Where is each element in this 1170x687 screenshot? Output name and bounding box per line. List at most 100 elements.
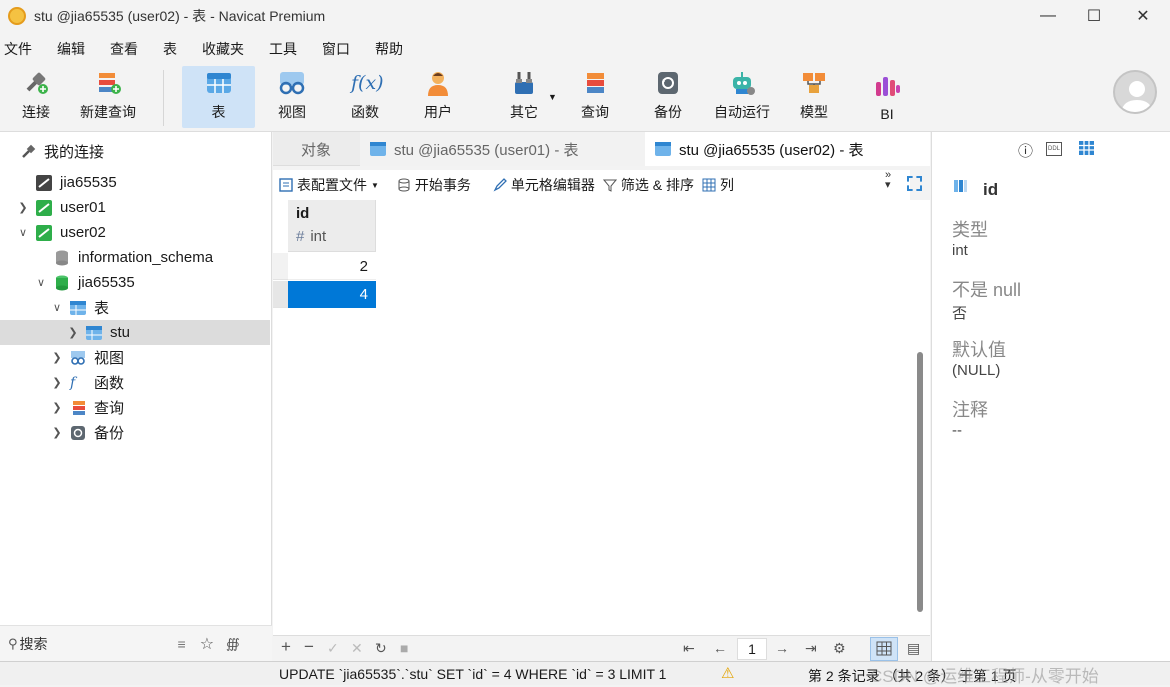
stop-icon[interactable]: ■ <box>400 640 408 656</box>
menu-tools[interactable]: 工具 <box>269 39 297 59</box>
menu-edit[interactable]: 编辑 <box>57 39 85 59</box>
filter-lines-icon[interactable]: ≡ <box>178 636 186 652</box>
menu-table[interactable]: 表 <box>163 39 177 59</box>
comment-value: -- <box>952 422 962 439</box>
chevron-right-icon[interactable]: ❯ <box>50 351 64 364</box>
tree-item-queries[interactable]: ❯ 查询 <box>0 395 270 420</box>
scrollbar-thumb[interactable] <box>917 352 923 612</box>
filter-icon <box>602 178 617 192</box>
filter-sort-button[interactable]: 筛选 & 排序 <box>602 175 694 195</box>
chevron-down-icon[interactable]: ∨ <box>50 301 64 314</box>
table-config-button[interactable]: 表配置文件 ▼ <box>279 175 379 195</box>
chevron-down-icon[interactable]: ∨ <box>16 226 30 239</box>
bi-button[interactable]: BI <box>857 66 917 128</box>
menu-help[interactable]: 帮助 <box>375 39 403 59</box>
ddl-icon[interactable]: DDL <box>1046 142 1062 156</box>
maximize-button[interactable]: ☐ <box>1071 0 1117 32</box>
row-header[interactable] <box>273 253 288 280</box>
column-header-id[interactable]: id # int <box>288 200 376 252</box>
tree-item-label: jia65535 <box>60 174 117 191</box>
menu-favorites[interactable]: 收藏夹 <box>202 39 244 59</box>
table-cell[interactable]: 2 <box>288 253 376 280</box>
table-icon <box>205 70 233 96</box>
discard-x-icon[interactable]: ✕ <box>351 640 363 657</box>
tree-item-user01[interactable]: ❯ user01 <box>0 195 270 220</box>
minimize-button[interactable]: — <box>1025 0 1071 32</box>
star-icon[interactable]: ☆ <box>200 634 214 654</box>
chevron-right-icon[interactable]: ❯ <box>16 201 30 214</box>
last-page-icon[interactable]: ⇥ <box>805 640 817 657</box>
columns-button[interactable]: 列 <box>702 175 734 195</box>
connect-button[interactable]: 连接 <box>8 66 64 128</box>
tab-objects[interactable]: 对象 <box>273 132 359 166</box>
more-chevron-icon[interactable]: » ▾ <box>885 170 891 191</box>
settings-gear-icon[interactable]: ⚙ <box>833 640 846 657</box>
table-icon <box>70 300 86 316</box>
tab-user02-stu[interactable]: stu @jia65535 (user02) - 表 <box>645 132 930 166</box>
first-page-icon[interactable]: ⇤ <box>683 640 695 657</box>
new-query-button[interactable]: 新建查询 <box>70 66 146 128</box>
user-button[interactable]: 用户 <box>408 66 468 128</box>
search-input[interactable]: 搜索 <box>20 634 170 654</box>
refresh-icon[interactable]: ↻ <box>375 640 387 657</box>
grid-scrollbar[interactable] <box>910 200 930 635</box>
chevron-right-icon[interactable]: ❯ <box>66 326 80 339</box>
tab-user01-stu[interactable]: stu @jia65535 (user01) - 表 <box>360 132 645 166</box>
tree-item-database[interactable]: ∨ jia65535 <box>0 270 270 295</box>
page-number-input[interactable]: 1 <box>737 638 767 660</box>
dropdown-caret-icon[interactable]: ▼ <box>548 92 557 102</box>
function-button[interactable]: f(x) 函数 <box>335 66 395 128</box>
table-cell-selected[interactable]: 4 <box>288 281 376 308</box>
tree-item-tables[interactable]: ∨ 表 <box>0 295 270 320</box>
view-button[interactable]: 视图 <box>262 66 322 128</box>
tree-item-backups[interactable]: ❯ 备份 <box>0 420 270 445</box>
expand-icon[interactable] <box>907 176 922 191</box>
menu-file[interactable]: 文件 <box>4 39 32 59</box>
tree-item-label: 查询 <box>94 400 125 417</box>
delete-row-icon[interactable]: − <box>304 637 314 657</box>
chevron-right-icon[interactable]: ❯ <box>50 426 64 439</box>
menu-view[interactable]: 查看 <box>110 39 138 59</box>
inspector-panel: ⓘ DDL id 类型 int 不是 null 否 默认值 (NULL) 注释 … <box>931 132 1170 661</box>
function-label: 函数 <box>351 104 379 120</box>
collapse-icon[interactable]: ∰ <box>226 636 240 652</box>
avatar[interactable] <box>1113 70 1157 114</box>
chevron-right-icon[interactable]: ❯ <box>50 376 64 389</box>
backup-icon <box>70 425 86 441</box>
model-button[interactable]: 模型 <box>784 66 844 128</box>
field-grid-icon[interactable] <box>1078 140 1095 156</box>
close-button[interactable]: ✕ <box>1120 0 1166 32</box>
menu-window[interactable]: 窗口 <box>322 39 350 59</box>
cell-editor-button[interactable]: 单元格编辑器 <box>493 175 595 195</box>
type-value: int <box>952 242 968 259</box>
add-row-icon[interactable]: + <box>281 637 291 657</box>
warning-icon[interactable]: ⚠ <box>721 664 734 682</box>
tree-header[interactable]: 我的连接 <box>0 139 270 164</box>
columns-label: 列 <box>720 177 735 193</box>
next-page-icon[interactable]: → <box>775 640 789 656</box>
chevron-down-icon[interactable]: ∨ <box>34 276 48 289</box>
tree-item-label: 视图 <box>94 350 125 367</box>
table-icon <box>655 141 671 157</box>
apply-check-icon[interactable]: ✓ <box>327 640 339 657</box>
table-button[interactable]: 表 <box>182 66 255 128</box>
tree-item-connection[interactable]: jia65535 <box>0 170 270 195</box>
prev-page-icon[interactable]: ← <box>713 640 727 656</box>
tree-item-stu[interactable]: ❯ stu <box>0 320 270 345</box>
transaction-icon <box>397 178 411 192</box>
chevron-right-icon[interactable]: ❯ <box>50 401 64 414</box>
backup-button[interactable]: 备份 <box>638 66 698 128</box>
grid-view-icon[interactable] <box>870 637 898 661</box>
model-icon <box>800 70 828 96</box>
begin-transaction-button[interactable]: 开始事务 <box>397 175 471 195</box>
tree-item-schema[interactable]: information_schema <box>0 245 270 270</box>
form-view-icon[interactable]: ▤ <box>907 640 920 657</box>
tree-item-views[interactable]: ❯ 视图 <box>0 345 270 370</box>
info-icon[interactable]: ⓘ <box>1018 140 1033 161</box>
automation-button[interactable]: 自动运行 <box>706 66 778 128</box>
other-button[interactable]: 其它 ▼ <box>488 66 560 128</box>
query-button[interactable]: 查询 <box>565 66 625 128</box>
tree-item-functions[interactable]: ❯ f 函数 <box>0 370 270 395</box>
row-header[interactable] <box>273 281 288 308</box>
tree-item-user02[interactable]: ∨ user02 <box>0 220 270 245</box>
